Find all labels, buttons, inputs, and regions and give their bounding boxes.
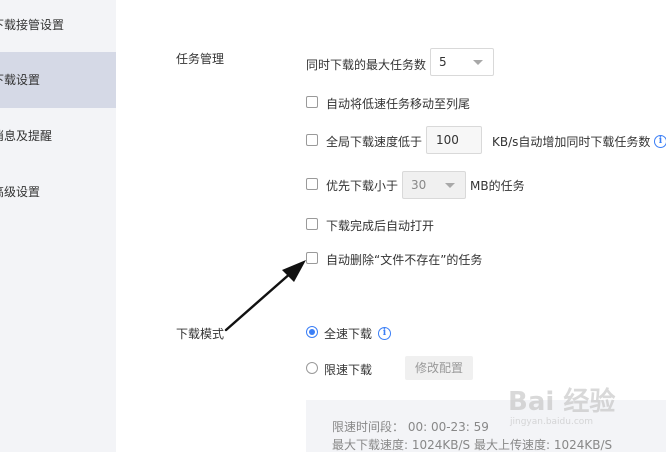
limited-speed-radio[interactable] [306,362,318,374]
move-slow-checkbox[interactable] [306,96,318,108]
max-tasks-select[interactable]: 5 [430,48,494,76]
auto-open-label: 下载完成后自动打开 [326,219,435,233]
sidebar-item-download-takeover[interactable]: 下载接管设置 [0,0,116,53]
sidebar: 下载接管设置 下载设置 消息及提醒 高级设置 [0,0,116,452]
limit-period-text: 限速时间段： 00: 00-23: 59 [332,420,489,434]
full-speed-radio[interactable] [306,326,318,338]
modify-config-button[interactable]: 修改配置 [405,356,474,380]
speed-threshold-suffix: KB/s自动增加同时下载任务数 [492,135,651,149]
info-icon[interactable]: i [654,135,666,148]
sidebar-item-label: 下载接管设置 [0,18,65,32]
sidebar-item-messages[interactable]: 消息及提醒 [0,108,116,164]
sidebar-item-download-settings[interactable]: 下载设置 [0,52,116,108]
prefer-small-value: 30 [411,178,427,192]
max-tasks-value: 5 [439,55,447,69]
sidebar-item-advanced[interactable]: 高级设置 [0,164,116,220]
prefer-small-select[interactable]: 30 [402,171,466,199]
speed-limit-info-box: 限速时间段： 00: 00-23: 59 最大下载速度: 1024KB/S 最大… [306,400,666,452]
speed-threshold-input[interactable]: 100 [426,126,482,154]
speed-threshold-value: 100 [436,133,459,147]
speed-threshold-prefix: 全局下载速度低于 [326,135,423,149]
prefer-small-checkbox[interactable] [306,178,318,190]
sidebar-item-label: 高级设置 [0,185,41,199]
download-mode-title: 下载模式 [176,327,225,341]
auto-delete-label: 自动删除“文件不存在”的任务 [326,253,483,267]
prefer-small-suffix: MB的任务 [470,179,525,193]
sidebar-item-label: 下载设置 [0,73,41,87]
chevron-down-icon [473,60,483,65]
auto-open-checkbox[interactable] [306,218,318,230]
limit-speeds-text: 最大下载速度: 1024KB/S 最大上传速度: 1024KB/S [332,438,613,452]
info-icon[interactable]: i [378,327,391,340]
prefer-small-prefix: 优先下载小于 [326,179,399,193]
move-slow-label: 自动将低速任务移动至列尾 [326,97,471,111]
task-management-title: 任务管理 [176,52,225,66]
chevron-down-icon [445,183,455,188]
full-speed-label: 全速下载 [324,327,373,341]
speed-threshold-checkbox[interactable] [306,134,318,146]
annotation-arrow-icon [224,260,306,332]
max-tasks-label: 同时下载的最大任务数 [306,58,427,72]
limited-speed-label: 限速下载 [324,363,373,377]
sidebar-item-label: 消息及提醒 [0,129,53,143]
